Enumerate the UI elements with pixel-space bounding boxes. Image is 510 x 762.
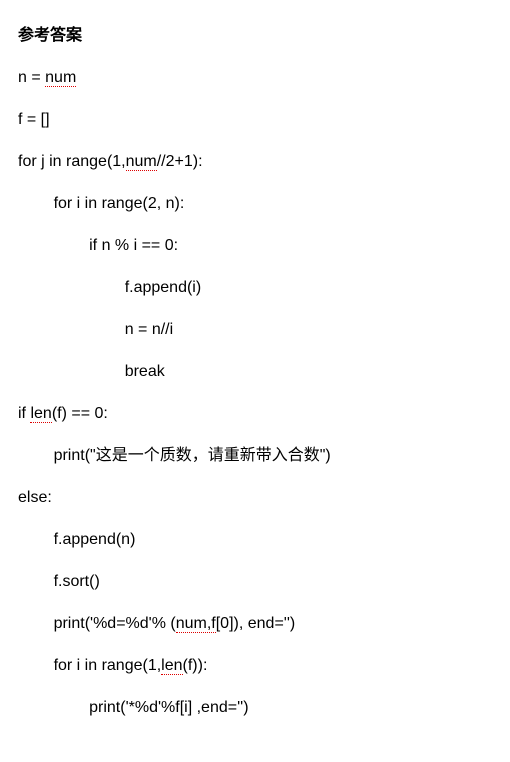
code-line-13: print('%d=%d'% (num,f[0]), end='') [18,612,492,636]
code-line-3: for i in range(2, n): [18,192,492,216]
spellcheck-underline: num,f [176,615,216,633]
spellcheck-underline: len [161,657,182,675]
code-line-12: f.sort() [18,570,492,594]
code-line-14: for i in range(1,len(f)): [18,654,492,678]
code-line-9: print("这是一个质数，请重新带入合数") [18,444,492,468]
code-line-15: print('*%d'%f[i] ,end='') [18,696,492,720]
spellcheck-underline: num [126,153,157,171]
code-line-8: if len(f) == 0: [18,402,492,426]
spellcheck-underline: num [45,69,76,87]
code-line-11: f.append(n) [18,528,492,552]
spellcheck-underline: len [30,405,51,423]
code-line-10: else: [18,486,492,510]
code-line-2: for j in range(1,num//2+1): [18,150,492,174]
answer-title: 参考答案 [18,24,492,48]
code-line-6: n = n//i [18,318,492,342]
code-line-7: break [18,360,492,384]
code-line-0: n = num [18,66,492,90]
code-line-4: if n % i == 0: [18,234,492,258]
code-line-5: f.append(i) [18,276,492,300]
code-block: n = num f = [] for j in range(1,num//2+1):… [18,66,492,720]
code-line-1: f = [] [18,108,492,132]
